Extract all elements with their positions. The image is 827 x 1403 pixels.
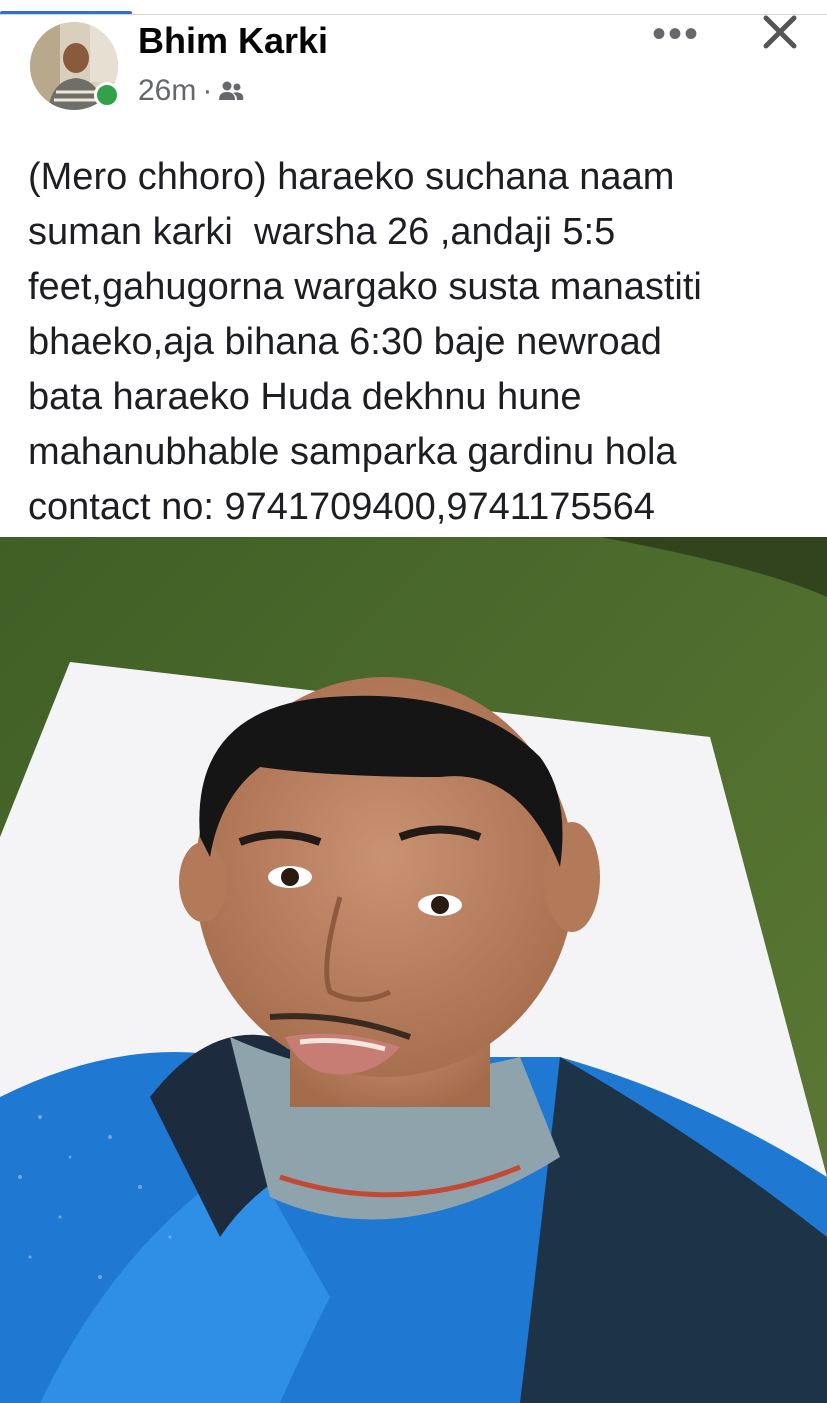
- close-icon[interactable]: [760, 12, 800, 52]
- meta-separator: ·: [202, 74, 213, 107]
- post-text: (Mero chhoro) haraeko suchana naam suman…: [28, 156, 702, 528]
- friends-icon[interactable]: [218, 80, 244, 102]
- author-name[interactable]: Bhim Karki: [138, 20, 328, 62]
- online-status-dot: [94, 82, 120, 108]
- top-divider: [0, 14, 827, 15]
- post-time[interactable]: 26m: [138, 74, 196, 108]
- more-options-button[interactable]: •••: [652, 12, 700, 57]
- missing-person-photo: [0, 537, 827, 1403]
- post-photo[interactable]: [0, 537, 827, 1403]
- post-meta: 26m ·: [138, 74, 244, 108]
